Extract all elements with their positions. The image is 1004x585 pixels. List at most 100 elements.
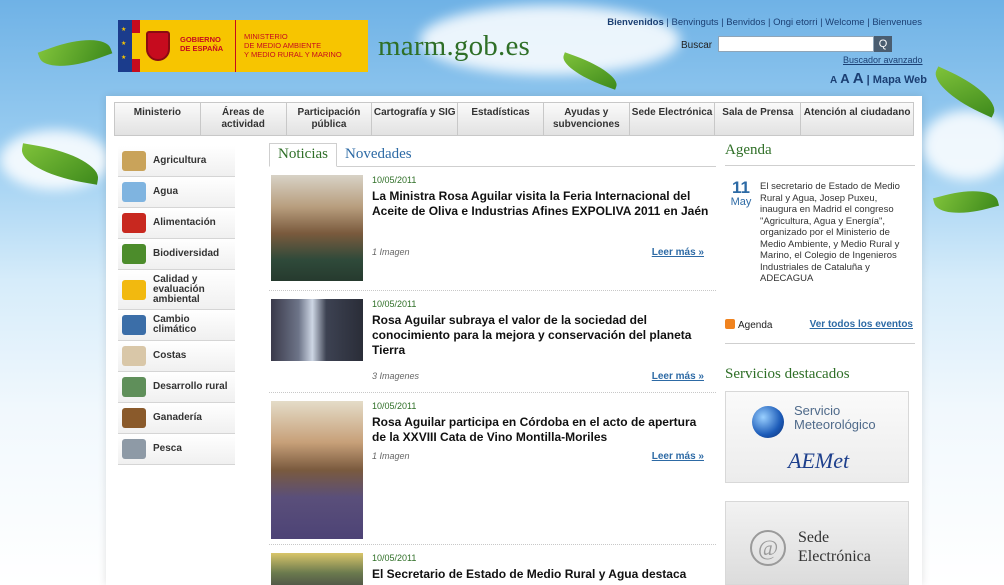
ministry-line-2: DE MEDIO AMBIENTE [244,41,322,50]
news-date: 10/05/2011 [372,299,417,309]
sidebar-item-alimentacion[interactable]: Alimentación [118,208,235,239]
news-image-count: 1 Imagen [372,451,410,461]
globe-icon [752,406,784,438]
font-size-controls: A A A | Mapa Web [830,70,927,87]
nav-sala-prensa[interactable]: Sala de Prensa [715,103,802,135]
sidebar-item-agua[interactable]: Agua [118,177,235,208]
language-links[interactable]: | Benvinguts | Benvidos | Ongi etorri | … [664,17,922,28]
all-events-link[interactable]: Ver todos los eventos [810,319,913,330]
nav-ministerio[interactable]: Ministerio [115,103,201,135]
news-image-count: 3 Imagenes [372,371,420,381]
gov-line-2: DE ESPAÑA [180,44,224,53]
font-medium-button[interactable]: A [840,71,849,86]
nav-atencion-ciudadano[interactable]: Atención al ciudadano [801,103,913,135]
agenda-rss-label[interactable]: Agenda [738,320,772,331]
shell-icon [122,346,146,366]
nav-estadisticas[interactable]: Estadísticas [458,103,544,135]
advanced-search-link[interactable]: Buscador avanzado [843,55,923,65]
meteo-line-2: Meteorológico [794,417,876,432]
services-title: Servicios destacados [725,366,850,382]
sidebar-item-label: Desarrollo rural [153,381,228,392]
sidebar-item-cambio-climatico[interactable]: Cambio climático [118,310,235,341]
ministry-line-1: MINISTERIO [244,32,288,41]
main-page: Ministerio Áreas de actividad Participac… [106,96,922,585]
search-button[interactable]: Q [874,36,892,52]
read-more-link[interactable]: Leer más » [652,247,704,258]
sidebar-item-desarrollo-rural[interactable]: Desarrollo rural [118,372,235,403]
agenda-event-text[interactable]: El secretario de Estado de Medio Rural y… [760,181,910,285]
site-title[interactable]: marm.gob.es [378,30,530,63]
read-more-link[interactable]: Leer más » [652,451,704,462]
news-date: 10/05/2011 [372,553,417,563]
aemet-logo: AEMet [788,448,850,473]
welcome-bold: Bienvenidos [607,17,664,28]
sitemap-link[interactable]: | Mapa Web [867,74,927,86]
news-photo[interactable] [271,299,363,361]
news-date: 10/05/2011 [372,175,417,185]
welcome-languages[interactable]: Bienvenidos | Benvinguts | Benvidos | On… [607,17,922,28]
sidebar-item-calidad[interactable]: Calidad y evaluación ambiental [118,270,235,310]
rss-icon[interactable] [725,319,735,329]
sidebar-item-biodiversidad[interactable]: Biodiversidad [118,239,235,270]
sede-line-2: Electrónica [798,548,871,565]
sidebar-item-label: Costas [153,350,187,361]
tab-novedades[interactable]: Novedades [337,146,420,166]
ministry-name: MINISTERIO DE MEDIO AMBIENTE Y MEDIO RUR… [236,20,342,72]
sidebar-item-pesca[interactable]: Pesca [118,434,235,465]
cow-icon [122,408,146,428]
nav-ayudas[interactable]: Ayudas y subvenciones [544,103,630,135]
news-photo[interactable] [271,175,363,281]
landscape-icon [122,377,146,397]
tab-noticias[interactable]: Noticias [269,143,337,167]
ministry-line-3: Y MEDIO RURAL Y MARINO [244,50,342,59]
agenda-date: 11 May [730,179,752,208]
agenda-column: Agenda 11 May El secretario de Estado de… [725,142,915,585]
font-large-button[interactable]: A [853,70,864,87]
background-leaf [37,28,113,78]
meteo-line-1: Servicio [794,403,841,418]
read-more-link[interactable]: Leer más » [652,371,704,382]
nav-sede-electronica[interactable]: Sede Electrónica [630,103,716,135]
news-photo[interactable] [271,553,363,585]
sidebar-item-label: Agricultura [153,155,207,166]
spain-flag-icon [132,20,140,72]
meteo-service-banner[interactable]: Servicio Meteorológico AEMet [725,391,909,483]
background-leaf [932,182,1000,222]
news-title[interactable]: El Secretario de Estado de Medio Rural y… [372,567,712,582]
nav-participacion[interactable]: Participación pública [287,103,373,135]
news-title[interactable]: Rosa Aguilar subraya el valor de la soci… [372,313,712,358]
news-item: 10/05/2011 La Ministra Rosa Aguilar visi… [269,167,716,291]
government-logo[interactable]: ★ ★ ★ GOBIERNO DE ESPAÑA MINISTERIO DE MED… [118,20,368,72]
water-icon [122,182,146,202]
sidebar-item-label: Pesca [153,443,182,454]
sede-line-1: Sede [798,529,830,546]
fish-icon [122,439,146,459]
news-title[interactable]: Rosa Aguilar participa en Córdoba en el … [372,415,712,445]
search-input[interactable] [718,36,874,52]
font-small-button[interactable]: A [830,75,837,86]
news-item: 10/05/2011 Rosa Aguilar subraya el valor… [269,291,716,393]
nav-areas-actividad[interactable]: Áreas de actividad [201,103,287,135]
wheat-icon [122,151,146,171]
agenda-links: Agenda Ver todos los eventos [725,319,915,344]
earth-icon [122,315,146,335]
sidebar-item-label: Cambio climático [153,314,197,335]
nav-cartografia[interactable]: Cartografía y SIG [372,103,459,135]
news-item: 10/05/2011 El Secretario de Estado de Me… [269,545,716,585]
sidebar-item-label: Biodiversidad [153,248,220,259]
news-title[interactable]: La Ministra Rosa Aguilar visita la Feria… [372,189,712,219]
search-label: Buscar [681,40,713,51]
gov-line-1: GOBIERNO [180,35,221,44]
sidebar-item-costas[interactable]: Costas [118,341,235,372]
sede-electronica-banner[interactable]: @ Sede Electrónica [725,501,909,585]
sede-text: Sede Electrónica [798,528,871,566]
eu-flag-icon: ★ ★ ★ [118,20,132,72]
meteo-text: Servicio Meteorológico [794,404,876,432]
sidebar-item-ganaderia[interactable]: Ganadería [118,403,235,434]
sidebar-item-agricultura[interactable]: Agricultura [118,146,235,177]
tree-icon [122,244,146,264]
sidebar-item-label: Alimentación [153,217,216,228]
coat-of-arms-icon [140,20,176,72]
news-photo[interactable] [271,401,363,539]
news-item: 10/05/2011 Rosa Aguilar participa en Cór… [269,393,716,545]
